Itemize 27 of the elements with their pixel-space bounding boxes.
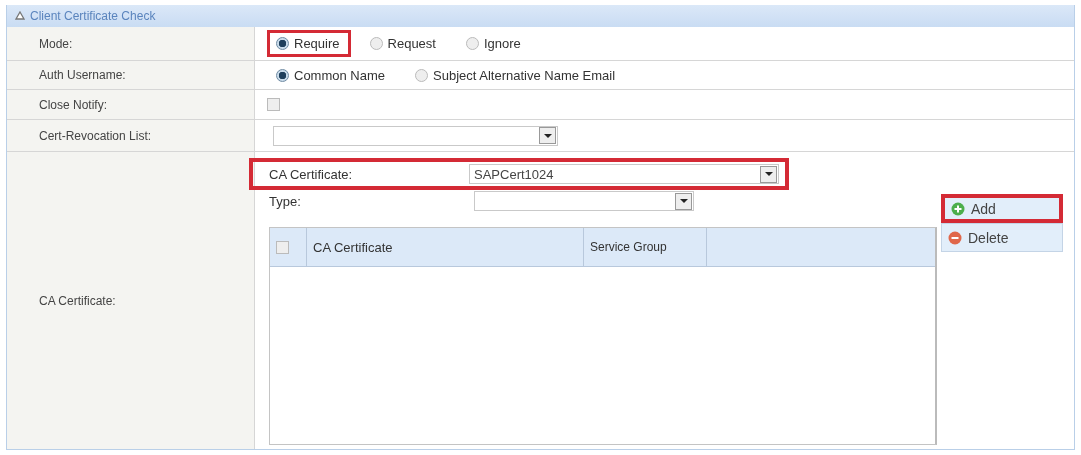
field-label: Auth Username: <box>39 68 126 82</box>
field-label: CA Certificate: <box>269 166 354 182</box>
field-label: Type: <box>269 193 302 209</box>
radio-option[interactable]: Request <box>360 30 447 57</box>
dropdown-field[interactable] <box>474 191 694 211</box>
field-label: Close Notify: <box>39 97 108 112</box>
dropdown-field[interactable] <box>273 125 558 146</box>
radio-option[interactable]: Common Name <box>267 61 397 89</box>
radio-icon[interactable] <box>415 68 429 82</box>
collapse-icon[interactable] <box>15 11 25 21</box>
radio-option[interactable]: Ignore <box>456 30 532 57</box>
radio-option[interactable]: Require <box>267 30 351 57</box>
checkbox[interactable] <box>267 98 280 111</box>
field-label: CA Certificate: <box>39 293 116 308</box>
dropdown-field[interactable]: SAPCert1024 <box>469 164 779 184</box>
plus-icon <box>951 201 965 216</box>
radio-icon[interactable] <box>276 68 289 82</box>
add-button[interactable]: Add <box>941 194 1063 223</box>
minus-icon <box>948 230 962 245</box>
delete-button[interactable]: Delete <box>941 223 1063 252</box>
column-header: Service Group <box>584 228 707 266</box>
field-label: Cert-Revocation List: <box>39 128 152 143</box>
field-label: Mode: <box>39 36 73 51</box>
radio-option[interactable]: Subject Alternative Name Email <box>406 61 627 89</box>
panel-title: Client Certificate Check <box>30 9 156 23</box>
checkbox[interactable] <box>276 240 289 254</box>
column-header: CA Certificate <box>307 228 584 266</box>
